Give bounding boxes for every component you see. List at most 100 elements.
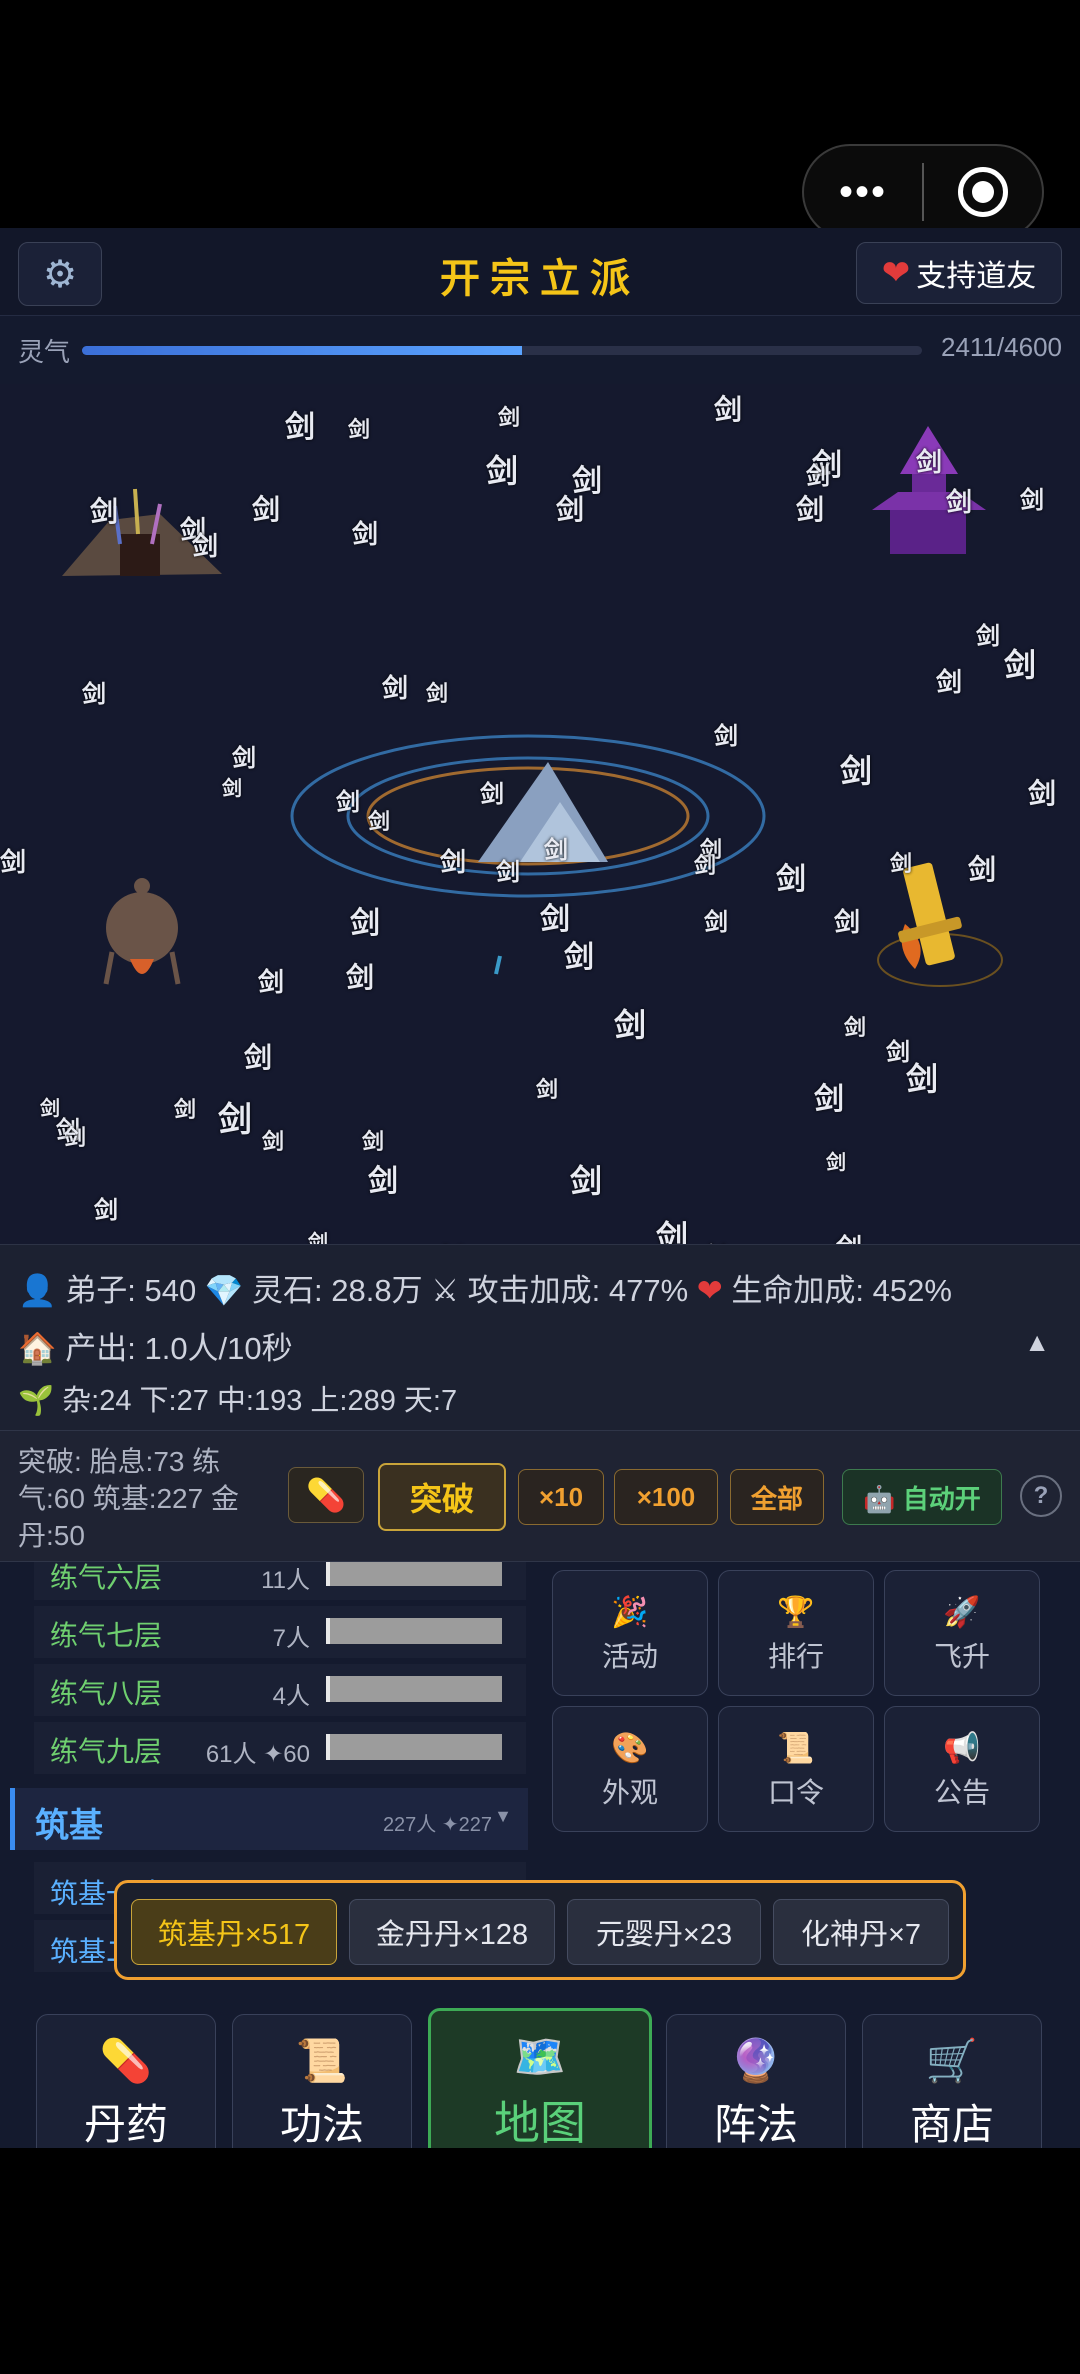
nav-label: 阵法 — [713, 2101, 798, 2148]
realm-name: 练气九层 — [50, 1736, 163, 1767]
top-header: ⚙ 开宗立派 ❤ 支持道友 — [0, 228, 1080, 316]
nav-shop[interactable]: 🛒 商店 — [862, 2014, 1042, 2164]
disciple-sword-marker: 剑 — [1004, 647, 1037, 683]
nav-formations[interactable]: 🔮 阵法 — [666, 2014, 846, 2164]
auto-open-button[interactable]: 🤖 自动开 — [842, 1469, 1002, 1525]
megaphone-icon: 📢 — [943, 1732, 981, 1765]
disciple-sword-marker: 剑 — [714, 723, 738, 750]
disciple-sword-marker: 剑 — [440, 847, 467, 877]
pill-select-button[interactable]: 💊 — [288, 1467, 364, 1523]
appearance-button[interactable]: 🎨 外观 — [552, 1706, 708, 1832]
disciple-sword-marker: 剑 — [906, 1061, 939, 1097]
realm-count: 61人 ✦60 — [205, 1741, 310, 1768]
disciple-sword-marker: 剑 — [244, 1042, 273, 1073]
disciple-sword-marker: 剑 — [222, 778, 242, 800]
breakthrough-x100-button[interactable]: ×100 — [614, 1469, 718, 1525]
nav-label: 地图 — [494, 2097, 586, 2149]
realm-row[interactable]: 练气六层 11人 — [34, 1562, 526, 1600]
disciple-sword-marker: 剑 — [834, 907, 861, 937]
map-icon: 🗺️ — [513, 2033, 567, 2080]
breakthrough-x10-button[interactable]: ×10 — [518, 1469, 604, 1525]
realm-name: 练气八层 — [50, 1678, 163, 1709]
sect-map[interactable]: 剑剑剑剑剑剑剑剑剑剑剑剑剑剑剑剑剑剑剑剑剑剑剑剑剑剑剑剑剑剑剑剑剑剑剑剑剑剑剑剑… — [0, 384, 1080, 1244]
pill-option[interactable]: 元婴丹×23 — [567, 1899, 761, 1965]
disciple-sword-marker: 剑 — [174, 1097, 197, 1122]
cauldron-building[interactable] — [103, 878, 181, 985]
disciple-sword-marker: 剑 — [498, 405, 521, 430]
disciple-sword-marker: 剑 — [368, 1165, 398, 1198]
nav-map[interactable]: 🗺️ 地图 — [428, 2008, 652, 2168]
ranking-button[interactable]: 🏆 排行 — [718, 1570, 874, 1696]
more-icon[interactable]: ••• — [804, 144, 922, 240]
disciple-sword-marker: 剑 — [258, 967, 285, 997]
ascend-button[interactable]: 🚀 飞升 — [884, 1570, 1040, 1696]
announcement-button[interactable]: 📢 公告 — [884, 1706, 1040, 1832]
realm-group-header[interactable]: 筑基 227人 ✦227 ▼ — [10, 1788, 528, 1850]
breakthrough-all-button[interactable]: 全部 — [730, 1469, 824, 1525]
output-rate: 产出: 1.0人/10秒 — [65, 1331, 293, 1366]
disciple-sword-marker: 剑 — [1020, 487, 1044, 514]
function-label: 外观 — [601, 1777, 658, 1808]
disciple-sword-marker: 剑 — [796, 494, 825, 525]
disciple-sword-marker: 剑 — [570, 1163, 603, 1199]
talent-grades: 杂:24 下:27 中:193 上:289 天:7 — [62, 1385, 458, 1417]
disciple-sword-marker: 剑 — [826, 1152, 846, 1174]
collapse-icon[interactable]: ▲ — [1024, 1327, 1050, 1358]
close-miniapp-button[interactable] — [924, 167, 1042, 217]
realm-progress-bar — [326, 1734, 502, 1760]
realm-count: 11人 — [261, 1567, 310, 1594]
realm-row[interactable]: 练气九层 61人 ✦60 — [34, 1722, 526, 1774]
disciple-sword-marker: 剑 — [352, 519, 379, 549]
disciple-sword-marker: 剑 — [0, 847, 27, 877]
realm-row[interactable]: 练气八层 4人 — [34, 1664, 526, 1716]
gem-icon: 💎 — [204, 1273, 244, 1308]
nav-techniques[interactable]: 📜 功法 — [232, 2014, 412, 2164]
pill-icon: 💊 — [306, 1477, 346, 1513]
qi-bar — [82, 346, 922, 355]
disciple-sword-marker: 剑 — [890, 851, 913, 876]
sword-icon: ⚔ — [431, 1273, 460, 1308]
realm-group-name: 筑基 — [35, 1807, 103, 1845]
disciple-sword-marker: 剑 — [556, 494, 585, 525]
disciple-sword-marker: 剑 — [656, 1219, 689, 1244]
activity-button[interactable]: 🎉 活动 — [552, 1570, 708, 1696]
disciple-sword-marker: 剑 — [564, 941, 594, 974]
disciple-sword-marker: 剑 — [968, 854, 997, 885]
trophy-icon: 🏆 — [777, 1596, 815, 1629]
disciple-sword-marker: 剑 — [714, 394, 743, 425]
pill-option[interactable]: 金丹丹×128 — [349, 1899, 555, 1965]
realm-name: 练气六层 — [50, 1562, 163, 1593]
rocket-icon: 🚀 — [943, 1596, 981, 1629]
help-button[interactable]: ? — [1020, 1475, 1062, 1517]
realm-count: 4人 — [272, 1683, 310, 1710]
heart-icon: ❤ — [881, 254, 911, 292]
disciple-sword-marker: 剑 — [776, 863, 806, 896]
disciple-sword-marker: 剑 — [916, 447, 943, 477]
pill-option[interactable]: 筑基丹×517 — [131, 1899, 337, 1965]
nav-pills[interactable]: 💊 丹药 — [36, 2014, 216, 2164]
stats-row-1: 👤 弟子: 540 💎 灵石: 28.8万 ⚔ 攻击加成: 477% ❤ 生命加… — [18, 1265, 952, 1310]
pill-selector-popup: 筑基丹×517 金丹丹×128 元婴丹×23 化神丹×7 — [114, 1880, 966, 1980]
disciple-sword-marker: 剑 — [232, 745, 256, 772]
support-button[interactable]: ❤ 支持道友 — [856, 242, 1062, 304]
realm-row[interactable]: 练气七层 7人 — [34, 1606, 526, 1658]
spirit-stone-count: 灵石: 28.8万 — [252, 1273, 423, 1308]
function-label: 公告 — [933, 1777, 990, 1808]
disciple-count: 弟子: 540 — [65, 1273, 197, 1308]
disciple-sword-marker: 剑 — [614, 1007, 647, 1043]
map-scene — [62, 426, 1003, 987]
breakthrough-button[interactable]: 突破 — [378, 1463, 506, 1531]
disciple-sword-marker: 剑 — [308, 1232, 328, 1244]
crystal-ball-icon: 🔮 — [729, 2037, 783, 2084]
disciple-sword-marker: 剑 — [536, 1077, 559, 1102]
sprout-icon: 🌱 — [18, 1385, 55, 1417]
pill-option[interactable]: 化神丹×7 — [773, 1899, 949, 1965]
function-label: 活动 — [601, 1641, 658, 1672]
disciple-sword-marker: 剑 — [426, 681, 449, 706]
disciple-sword-marker: 剑 — [368, 809, 391, 834]
passcode-button[interactable]: 📜 口令 — [718, 1706, 874, 1832]
function-label: 排行 — [767, 1641, 824, 1672]
disciple-sword-marker: 剑 — [348, 417, 371, 442]
bottom-nav: 💊 丹药 📜 功法 🗺️ 地图 🔮 阵法 🛒 商店 — [0, 1982, 1080, 2168]
disciple-sword-marker: 剑 — [946, 487, 973, 517]
